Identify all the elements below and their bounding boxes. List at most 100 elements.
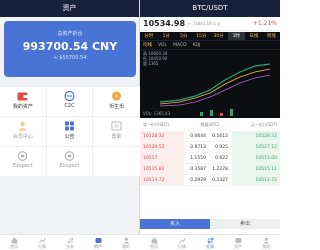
orderbook-row[interactable]: 10514.72 0.2929 0.1327 10512.72 xyxy=(140,175,280,186)
grid-item-label: Exspect xyxy=(59,163,80,169)
help-icon xyxy=(93,117,140,131)
indicator-vol[interactable]: VOL xyxy=(158,43,167,48)
assets-value: 993700.54 CNY xyxy=(22,40,118,53)
ask-qty: 0.2929 xyxy=(190,177,206,183)
tab-timeframe-active[interactable]: 1时 xyxy=(227,32,245,40)
chart-info: 高 10600.34 低 10450.90 量 1365 xyxy=(143,51,167,66)
ask-qty: 0.4644 xyxy=(190,133,206,139)
orderbook-row[interactable]: 10529.55 0.8713 0.925 10527.12 xyxy=(140,142,280,153)
orderbook-row[interactable]: 10517 1.1550 0.622 10515.00 xyxy=(140,153,280,164)
bid-qty: 0.622 xyxy=(215,155,228,161)
ask-price: 10515.82 xyxy=(140,164,184,174)
grid-item-member[interactable]: 会员中心 xyxy=(0,117,47,146)
trade-screen: BTC/USDT 10534.98 ≈ 73881.18 cny +1.21% … xyxy=(140,0,280,250)
tab-bar: 首页 行情 交易 资产 我的 xyxy=(140,234,280,250)
indicator-ma[interactable]: 均线 xyxy=(143,42,152,48)
tab-timeframe[interactable]: 1分 xyxy=(158,32,176,40)
vol-label: VOL: 1365.43 xyxy=(143,111,171,116)
bid-qty: 0.925 xyxy=(215,144,228,150)
grid-item-my-assets[interactable]: 我的资产 xyxy=(0,87,47,116)
tab-home[interactable]: 首页 xyxy=(140,235,168,250)
grid-item-label: 帮助 xyxy=(111,134,122,140)
price-change: +1.21% xyxy=(252,20,277,27)
tab-label: 我的 xyxy=(122,244,130,249)
assets-sub-value: ≈ $55700.54 xyxy=(53,55,87,61)
assets-screen: 资产 总资产折合 993700.54 CNY ≈ $55700.54 我的资产 … xyxy=(0,0,140,250)
tab-market[interactable]: 行情 xyxy=(28,235,56,250)
tab-label: 行情 xyxy=(38,244,46,249)
exchange-icon xyxy=(196,237,224,244)
ask-price: 10529.55 xyxy=(140,142,184,152)
assets-label: 总资产折合 xyxy=(57,31,83,37)
ask-qty: 0.8713 xyxy=(190,144,206,150)
tab-home[interactable]: 首页 xyxy=(0,235,28,250)
tab-trade[interactable]: 交易 xyxy=(196,235,224,250)
tab-assets[interactable]: 资产 xyxy=(224,235,252,250)
grid-item-expect-2[interactable]: Exspect xyxy=(47,147,94,176)
bid-price: 10528.32 xyxy=(232,131,280,141)
cny-price: ≈ 73881.18 cny xyxy=(188,21,221,26)
grid-item-label: Exspect xyxy=(12,163,33,169)
grid-item-expect-1[interactable]: Exspect xyxy=(0,147,47,176)
indicator-macd[interactable]: MACD xyxy=(173,43,187,48)
tab-label: 我的 xyxy=(262,244,270,249)
ob-header-qty: 数量(BTC) xyxy=(200,121,220,127)
grid-item-coin[interactable]: ¥ 币生币 xyxy=(93,87,140,116)
indicator-kdj[interactable]: KDJ xyxy=(193,43,201,48)
tab-mine[interactable]: 我的 xyxy=(252,235,280,250)
bid-price: 10527.12 xyxy=(232,142,280,152)
buy-button[interactable]: 买入 xyxy=(140,219,210,229)
orderbook-row[interactable]: 10515.82 0.3587 1.2278 10515.11 xyxy=(140,164,280,175)
pair-title[interactable]: BTC/USDT xyxy=(140,0,280,17)
tab-label: 交易 xyxy=(66,244,74,249)
tab-timeframe[interactable]: 周线 xyxy=(263,32,281,40)
ob-header-ask: 卖一价(USDT) xyxy=(143,121,170,127)
tab-timeframe[interactable]: 15分 xyxy=(193,32,211,40)
user-icon xyxy=(252,237,280,244)
grid-item-label: C2C xyxy=(64,103,75,109)
ask-price: 10528.32 xyxy=(140,131,184,141)
grid-item-help[interactable]: 帮助 xyxy=(93,117,140,146)
kline-chart[interactable]: 分时 1分 5分 15分 30分 1时 日线 周线 均线 VOL MACD KD… xyxy=(140,32,280,118)
price-bar: 10534.98 ≈ 73881.18 cny +1.21% xyxy=(140,17,280,31)
grid-item-label: 公告 xyxy=(64,134,75,140)
home-icon xyxy=(0,237,28,244)
coin-icon: ¥ xyxy=(93,87,140,101)
tab-timeframe[interactable]: 分时 xyxy=(140,32,158,40)
expect-icon xyxy=(47,147,93,161)
assets-card[interactable]: 总资产折合 993700.54 CNY ≈ $55700.54 xyxy=(4,21,136,77)
grid-item-label: 会员中心 xyxy=(12,134,33,140)
ask-price: 10514.72 xyxy=(140,175,184,185)
tab-market[interactable]: 行情 xyxy=(168,235,196,250)
ob-header-bid: 买一价(USDT) xyxy=(250,121,278,127)
orderbook-header: 卖一价(USDT) 数量(BTC) 买一价(USDT) xyxy=(140,120,280,129)
wallet-icon xyxy=(224,237,252,244)
trade-actions: 买入 卖出 xyxy=(140,219,280,229)
bid-price: 10515.00 xyxy=(232,153,280,163)
tab-label: 交易 xyxy=(206,244,214,249)
tab-timeframe[interactable]: 日线 xyxy=(245,32,263,40)
sell-button[interactable]: 卖出 xyxy=(210,219,280,229)
orderbook-row[interactable]: 10528.32 0.4644 0.5612 10528.32 xyxy=(140,131,280,142)
bid-qty: 0.5612 xyxy=(212,133,228,139)
tab-assets[interactable]: 资产 xyxy=(84,235,112,250)
wallet-icon xyxy=(0,87,46,101)
tab-timeframe[interactable]: 30分 xyxy=(210,32,228,40)
tab-bar: 首页 行情 交易 资产 我的 xyxy=(0,234,140,250)
grid-item-notice[interactable]: 公告 xyxy=(47,117,94,146)
bid-price: 10515.11 xyxy=(232,164,280,174)
chart-icon xyxy=(28,237,56,244)
ask-price: 10517 xyxy=(140,153,184,163)
tab-timeframe[interactable]: 5分 xyxy=(175,32,193,40)
bid-qty: 0.1327 xyxy=(212,177,228,183)
tab-label: 首页 xyxy=(10,244,18,249)
tab-trade[interactable]: 交易 xyxy=(56,235,84,250)
orderbook: 10528.32 0.4644 0.5612 10528.32 10529.55… xyxy=(140,131,280,186)
grid-item-c2c[interactable]: C2C xyxy=(47,87,94,116)
tab-label: 行情 xyxy=(178,244,186,249)
user-icon xyxy=(112,237,140,244)
tab-label: 资产 xyxy=(94,244,102,249)
home-icon xyxy=(140,237,168,244)
tab-mine[interactable]: 我的 xyxy=(112,235,140,250)
bid-qty: 1.2278 xyxy=(212,166,228,172)
